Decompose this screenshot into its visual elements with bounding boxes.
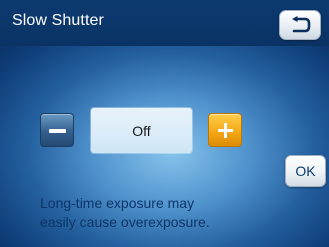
ok-label: OK bbox=[295, 163, 316, 179]
slow-shutter-screen: Slow Shutter Off OK Long-time exposure m… bbox=[0, 0, 329, 247]
return-arrow-icon bbox=[288, 16, 312, 34]
warning-line-1: Long-time exposure may bbox=[40, 195, 195, 211]
decrease-button[interactable] bbox=[40, 113, 74, 147]
page-title: Slow Shutter bbox=[12, 12, 104, 29]
header-bar: Slow Shutter bbox=[0, 0, 329, 46]
warning-message: Long-time exposure may easily cause over… bbox=[40, 194, 280, 232]
minus-icon bbox=[49, 129, 66, 133]
warning-line-2: easily cause overexposure. bbox=[40, 214, 210, 230]
increase-button[interactable] bbox=[208, 113, 242, 147]
back-button[interactable] bbox=[279, 10, 321, 40]
ok-button[interactable]: OK bbox=[285, 155, 326, 187]
setting-value-field: Off bbox=[91, 108, 192, 153]
setting-value: Off bbox=[132, 122, 151, 139]
